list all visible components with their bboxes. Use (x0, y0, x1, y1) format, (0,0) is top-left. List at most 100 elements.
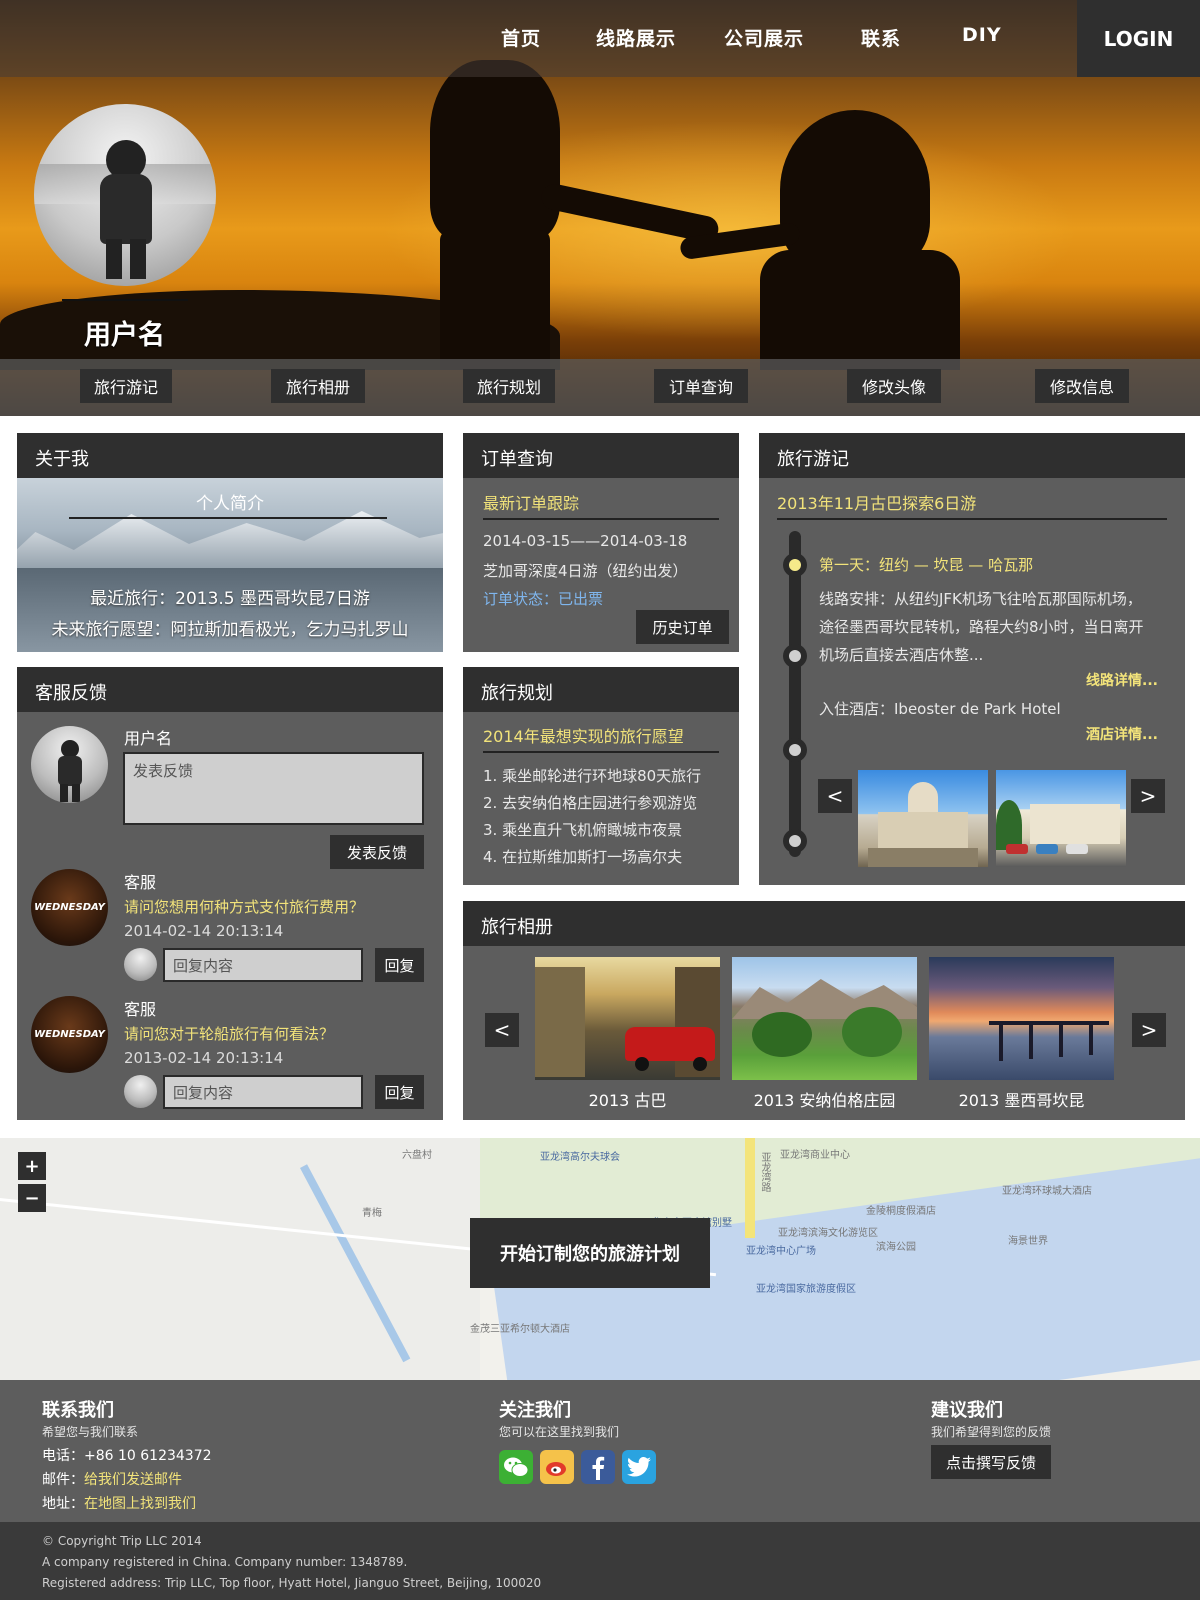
footer-address-label: 地址： (42, 1496, 84, 1512)
plan-item: 2. 去安纳伯格庄园进行参观游览 (483, 794, 698, 812)
map-label: 亚龙湾滨海文化游览区 (778, 1228, 878, 1239)
plan-item: 1. 乘坐邮轮进行环地球80天旅行 (483, 767, 702, 785)
footer-contact-sub: 希望您与我们联系 (42, 1425, 139, 1439)
nav-company[interactable]: 公司展示 (724, 24, 804, 51)
footer-mail-link[interactable]: 给我们发送邮件 (84, 1472, 182, 1488)
feedback-submit-button[interactable]: 发表反馈 (330, 835, 424, 869)
service-avatar-text: WEDNESDAY (34, 902, 105, 913)
map-label: 亚龙湾环球城大酒店 (1002, 1186, 1092, 1197)
album-title: 旅行相册 (463, 901, 1185, 946)
plan-subheading: 2014年最想实现的旅行愿望 (483, 727, 684, 746)
journal-next-button[interactable]: > (1131, 779, 1165, 813)
reply-avatar (124, 1075, 157, 1108)
journal-route-line: 途径墨西哥坎昆转机，路程大约8小时，当日离开 (819, 618, 1144, 636)
nav-contact[interactable]: 联系 (861, 24, 901, 51)
service-avatar: WEDNESDAY (31, 996, 108, 1073)
username-divider (62, 299, 188, 301)
reply-button[interactable]: 回复 (375, 948, 424, 982)
order-status: 订单状态：已出票 (483, 590, 604, 608)
journal-hotel: 入住酒店：Ibeoster de Park Hotel (819, 700, 1061, 718)
timeline-dot[interactable] (783, 829, 807, 853)
plan-title: 旅行规划 (463, 667, 739, 712)
map-zoom-in-button[interactable]: + (18, 1152, 46, 1180)
about-intro-heading: 个人简介 (196, 494, 264, 514)
subnav-change-avatar[interactable]: 修改头像 (847, 369, 941, 403)
subnav-journal[interactable]: 旅行游记 (80, 369, 172, 403)
nav-routes[interactable]: 线路展示 (596, 24, 676, 51)
plan-item: 3. 乘坐直升飞机俯瞰城市夜景 (483, 821, 683, 839)
top-navigation: 首页 线路展示 公司展示 联系 DIY LOGIN (0, 0, 1200, 77)
journal-subheading: 2013年11月古巴探索6日游 (777, 494, 977, 513)
order-divider (483, 518, 719, 520)
journal-photo-havana-street[interactable] (996, 770, 1126, 867)
footer-follow-title: 关注我们 (499, 1400, 571, 1421)
service-avatar-text: WEDNESDAY (34, 1029, 105, 1040)
album-photo-annenberg[interactable] (732, 957, 917, 1080)
twitter-icon[interactable] (622, 1450, 656, 1484)
order-dates: 2014-03-15——2014-03-18 (483, 532, 688, 550)
order-history-button[interactable]: 历史订单 (636, 610, 729, 644)
copyright-line: A company registered in China. Company n… (42, 1555, 408, 1569)
journal-route-link[interactable]: 线路详情... (1086, 670, 1158, 690)
profile-subnav: 旅行游记 旅行相册 旅行规划 订单查询 修改头像 修改信息 (0, 359, 1200, 416)
hero-banner: 首页 线路展示 公司展示 联系 DIY LOGIN 用户名 旅行游记 旅行相册 … (0, 0, 1200, 416)
map-label: 滨海公园 (876, 1242, 916, 1253)
plan-divider (483, 751, 719, 753)
wechat-icon[interactable] (499, 1450, 533, 1484)
journal-hotel-link[interactable]: 酒店详情... (1086, 724, 1158, 744)
footer-address-link[interactable]: 在地图上找到我们 (84, 1496, 196, 1512)
login-button[interactable]: LOGIN (1077, 0, 1200, 77)
page: 首页 线路展示 公司展示 联系 DIY LOGIN 用户名 旅行游记 旅行相册 … (0, 0, 1200, 1600)
profile-username: 用户名 (84, 320, 165, 351)
hiker-silhouette-left (430, 60, 560, 240)
map-label: 亚龙湾路 (759, 1152, 770, 1192)
order-subheading: 最新订单跟踪 (483, 494, 580, 513)
reply-input[interactable]: 回复内容 (163, 948, 363, 982)
order-trip: 芝加哥深度4日游（纽约出发） (483, 562, 688, 580)
subnav-orders[interactable]: 订单查询 (654, 369, 748, 403)
feedback-panel: 客服反馈 用户名 发表反馈 发表反馈 WEDNESDAY 客服 请问您想用何种方… (17, 667, 443, 1120)
map-zoom-out-button[interactable]: − (18, 1184, 46, 1212)
nav-diy[interactable]: DIY (962, 24, 1002, 46)
order-panel: 订单查询 最新订单跟踪 2014-03-15——2014-03-18 芝加哥深度… (463, 433, 739, 652)
thread-author: 客服 (124, 873, 157, 892)
profile-avatar[interactable] (34, 104, 216, 286)
timeline-dot[interactable] (783, 738, 807, 762)
album-prev-button[interactable]: < (485, 1013, 519, 1047)
journal-title: 旅行游记 (759, 433, 1185, 478)
map-label: 亚龙湾国家旅游度假区 (756, 1284, 856, 1295)
hiker-silhouette-right (780, 110, 930, 270)
timeline-dot-active[interactable] (783, 553, 807, 577)
reply-input[interactable]: 回复内容 (163, 1075, 363, 1109)
album-next-button[interactable]: > (1132, 1013, 1166, 1047)
feedback-textarea[interactable]: 发表反馈 (123, 752, 424, 825)
weibo-icon[interactable] (540, 1450, 574, 1484)
journal-photo-capitol[interactable] (858, 770, 988, 867)
map-label: 金茂三亚希尔顿大酒店 (470, 1324, 570, 1335)
copyright-line: Registered address: Trip LLC, Top floor,… (42, 1576, 542, 1590)
footer-mail-label: 邮件： (42, 1472, 84, 1488)
thread-author: 客服 (124, 1000, 157, 1019)
footer-feedback-button[interactable]: 点击撰写反馈 (931, 1445, 1051, 1479)
footer-follow-sub: 您可以在这里找到我们 (499, 1425, 620, 1439)
album-photo-cancun[interactable] (929, 957, 1114, 1080)
map-label: 青梅 (362, 1208, 382, 1219)
journal-route-line: 机场后直接去酒店休整... (819, 646, 984, 664)
album-panel: 旅行相册 < > 2013 古巴 2013 安纳伯格庄园 2013 墨西哥坎昆 (463, 901, 1185, 1120)
subnav-edit-info[interactable]: 修改信息 (1035, 369, 1129, 403)
customize-plan-button[interactable]: 开始订制您的旅游计划 (470, 1218, 710, 1288)
album-caption: 2013 安纳伯格庄园 (753, 1091, 896, 1110)
subnav-album[interactable]: 旅行相册 (271, 369, 365, 403)
album-caption: 2013 墨西哥坎昆 (958, 1091, 1085, 1110)
plan-panel: 旅行规划 2014年最想实现的旅行愿望 1. 乘坐邮轮进行环地球80天旅行 2.… (463, 667, 739, 885)
about-intro-divider (69, 517, 387, 519)
journal-prev-button[interactable]: < (818, 779, 852, 813)
subnav-plan[interactable]: 旅行规划 (463, 369, 555, 403)
nav-home[interactable]: 首页 (501, 24, 541, 51)
order-title: 订单查询 (463, 433, 739, 478)
reply-button[interactable]: 回复 (375, 1075, 424, 1109)
footer-suggest-sub: 我们希望得到您的反馈 (931, 1425, 1052, 1439)
facebook-icon[interactable] (581, 1450, 615, 1484)
timeline-dot[interactable] (783, 644, 807, 668)
album-photo-cuba[interactable] (535, 957, 720, 1080)
